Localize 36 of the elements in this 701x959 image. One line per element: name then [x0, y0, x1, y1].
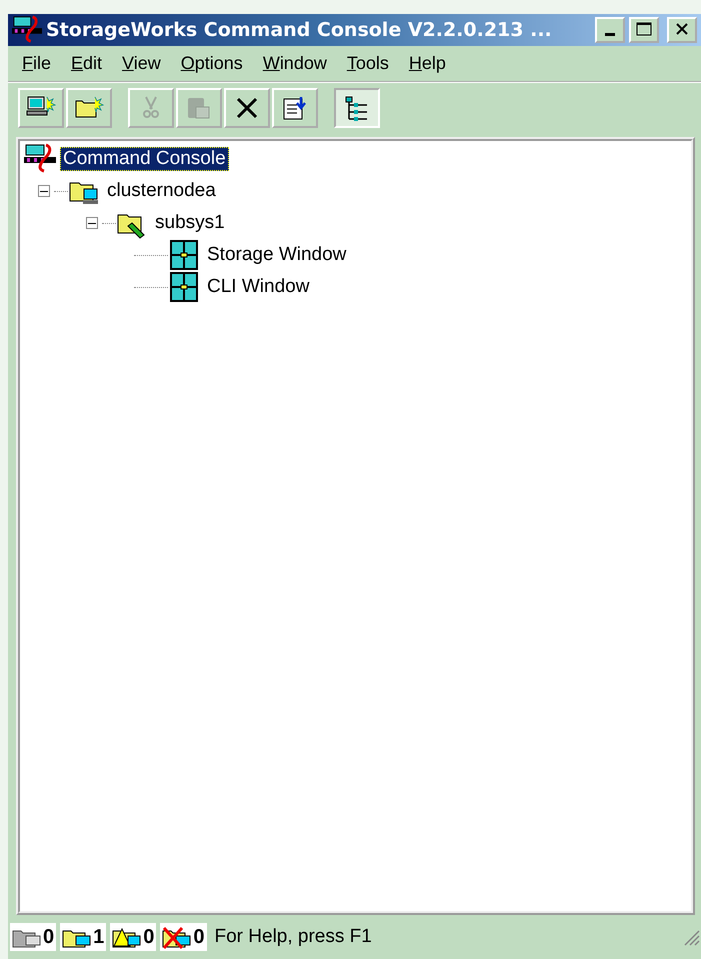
menu-item[interactable]: Edit: [61, 50, 112, 77]
tree-item[interactable]: Storage Window: [204, 243, 350, 267]
menu-item[interactable]: Help: [398, 50, 456, 77]
status-message: For Help, press F1: [214, 926, 373, 948]
window-title: StorageWorks Command Console V2.2.0.213 ...: [46, 19, 553, 41]
minimize-button[interactable]: [595, 17, 625, 43]
close-button[interactable]: [667, 17, 697, 43]
status-counter: 0: [160, 923, 206, 951]
grid-icon: [168, 271, 200, 303]
menu-item[interactable]: Options: [170, 50, 253, 77]
app-icon: [12, 15, 42, 45]
folder-button[interactable]: [66, 88, 112, 128]
tree-item[interactable]: CLI Window: [204, 275, 312, 299]
status-counter: 0: [110, 923, 156, 951]
menu-item[interactable]: Tools: [336, 50, 399, 77]
status-counter: 1: [60, 923, 106, 951]
close-icon: [675, 22, 689, 36]
collapse-button[interactable]: [38, 185, 50, 197]
maximize-button[interactable]: [629, 17, 659, 43]
computer-button[interactable]: [18, 88, 64, 128]
cross-button[interactable]: [224, 88, 270, 128]
menu-item[interactable]: File: [12, 50, 62, 77]
status-counter: 0: [10, 923, 56, 951]
collapse-button[interactable]: [86, 217, 98, 229]
document-button[interactable]: [272, 88, 318, 128]
grid-icon: [168, 239, 200, 271]
maximize-icon: [636, 22, 652, 36]
tree-item[interactable]: subsys1: [152, 211, 228, 235]
tree-button[interactable]: [334, 88, 380, 128]
menu-item[interactable]: Window: [252, 50, 337, 77]
tree-item[interactable]: Command Console: [60, 147, 229, 171]
tree-item[interactable]: clusternodea: [104, 179, 219, 203]
network-icon: [24, 143, 56, 175]
failed-icon: [162, 925, 192, 949]
menu-item[interactable]: View: [112, 50, 171, 77]
minimize-icon: [605, 33, 615, 36]
